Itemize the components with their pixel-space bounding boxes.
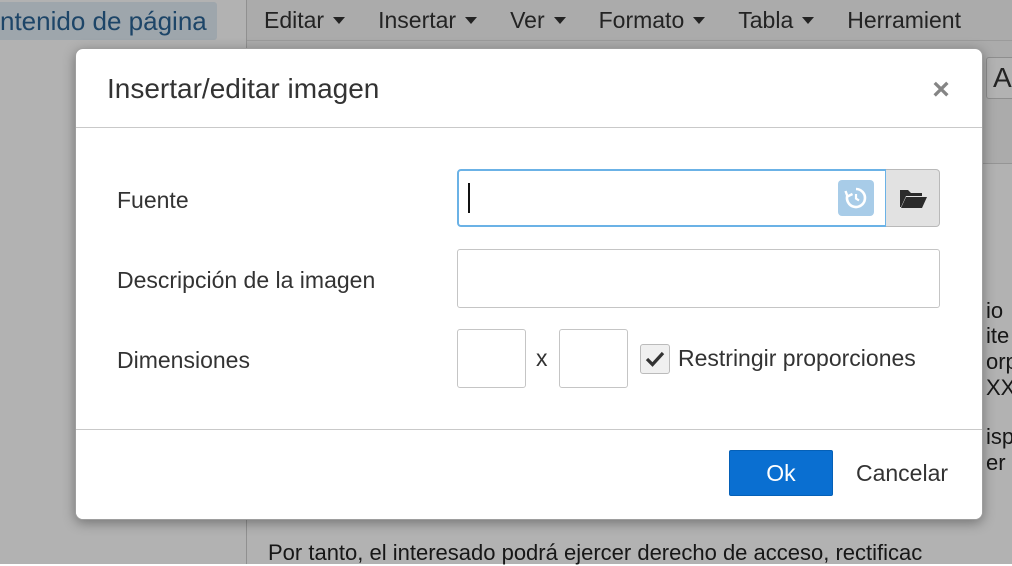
browse-button[interactable]	[886, 169, 940, 227]
dimension-separator: x	[536, 345, 548, 371]
insert-image-dialog: Insertar/editar imagen × Fuente Descripc…	[75, 48, 983, 520]
description-label: Descripción de la imagen	[117, 267, 376, 293]
checkmark-icon	[645, 351, 665, 367]
ok-button[interactable]: Ok	[729, 450, 833, 496]
constrain-checkbox[interactable]	[640, 344, 670, 374]
source-field-group	[457, 169, 940, 227]
history-icon[interactable]	[838, 180, 874, 216]
folder-open-icon	[899, 190, 927, 208]
source-label: Fuente	[117, 187, 189, 213]
dialog-title: Insertar/editar imagen	[107, 73, 380, 104]
cancel-button[interactable]: Cancelar	[852, 450, 952, 496]
width-input[interactable]	[457, 329, 526, 388]
text-cursor	[468, 183, 470, 213]
dimensions-label: Dimensiones	[117, 347, 250, 373]
height-input[interactable]	[559, 329, 628, 388]
close-icon[interactable]: ×	[926, 75, 956, 105]
constrain-label[interactable]: Restringir proporciones	[678, 345, 916, 372]
source-input[interactable]	[457, 169, 887, 227]
description-input[interactable]	[457, 249, 940, 308]
dialog-header: Insertar/editar imagen ×	[76, 49, 982, 128]
dialog-footer: Ok Cancelar	[76, 429, 982, 519]
